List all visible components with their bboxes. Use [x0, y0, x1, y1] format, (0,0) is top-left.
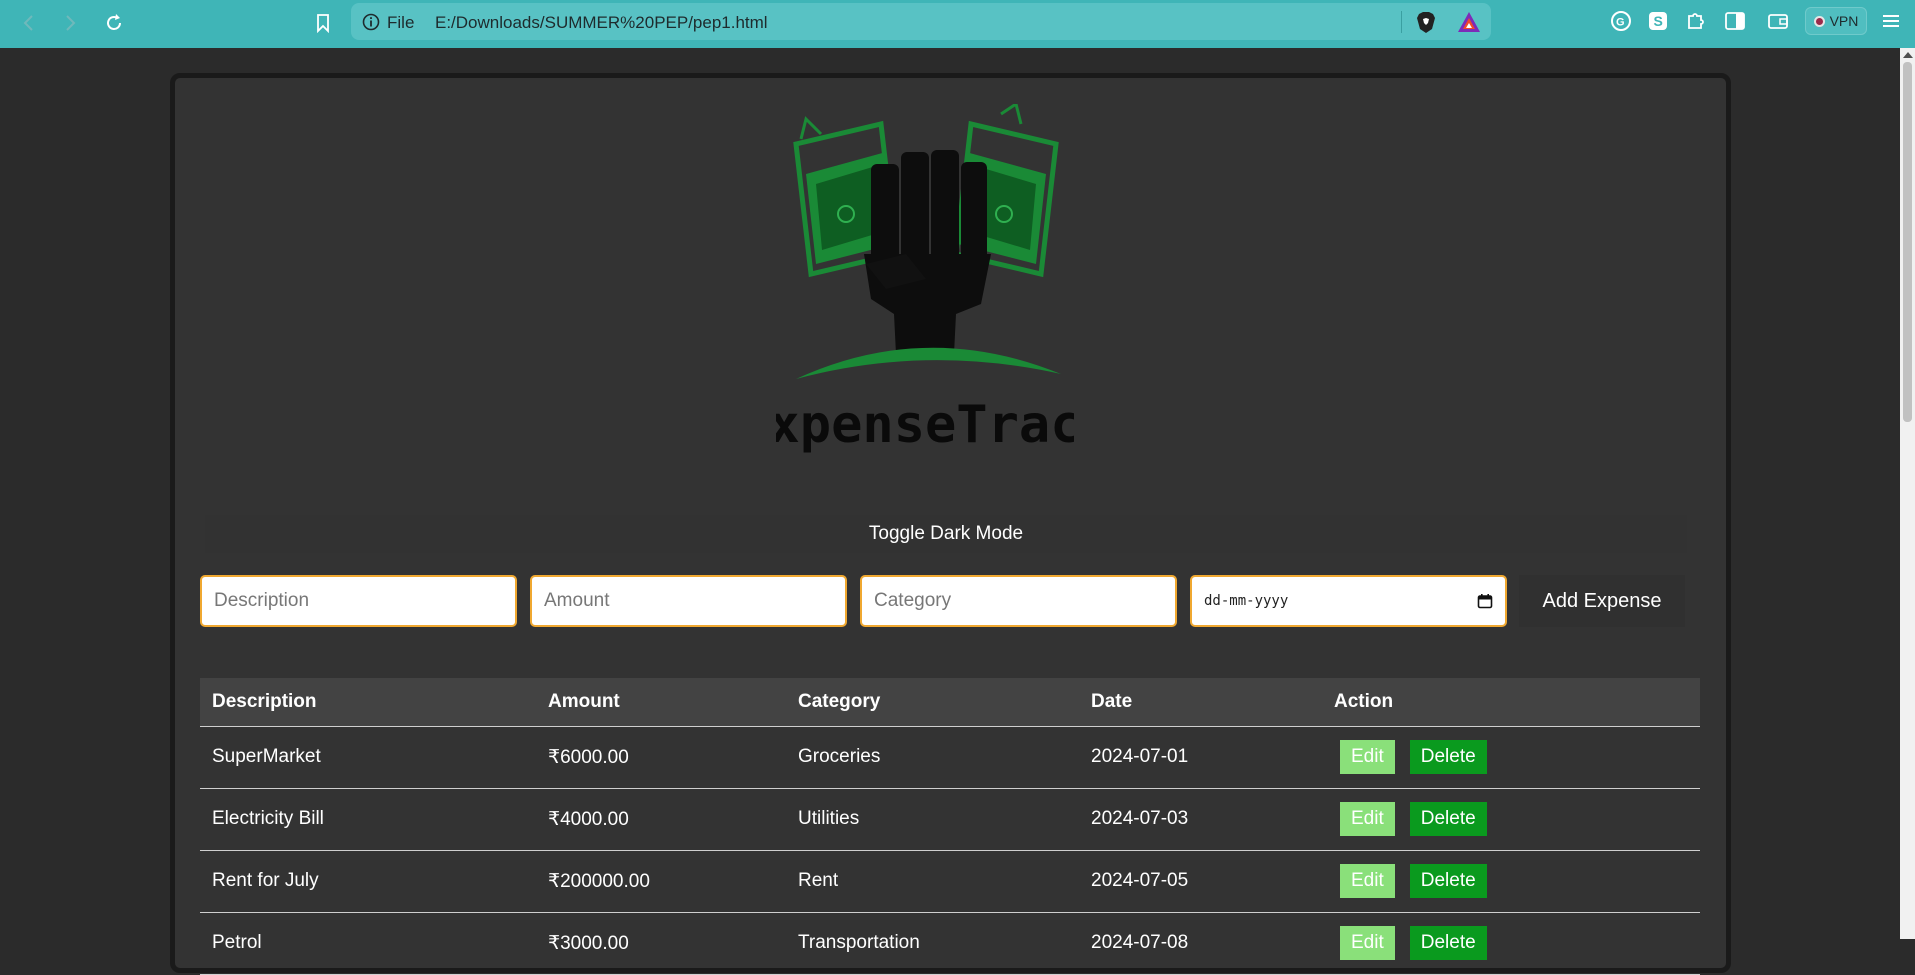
logo-wordmark: ExpenseTrack	[776, 395, 1074, 454]
extension-s-icon[interactable]: S	[1647, 10, 1669, 32]
table-row: Rent for July ₹200000.00 Rent 2024-07-05…	[200, 850, 1700, 913]
url-divider	[1401, 11, 1402, 33]
scroll-up-arrow-icon[interactable]	[1903, 52, 1913, 58]
chevron-left-icon	[23, 15, 33, 31]
edit-button[interactable]: Edit	[1340, 802, 1395, 836]
cell-description: Petrol	[200, 912, 536, 975]
cell-action: Edit Delete	[1322, 912, 1700, 975]
description-input[interactable]: Description	[200, 575, 517, 627]
cell-amount: ₹6000.00	[536, 726, 786, 789]
grammarly-icon[interactable]: G	[1610, 10, 1632, 32]
vpn-button[interactable]: VPN	[1805, 7, 1867, 35]
category-input[interactable]: Category	[860, 575, 1177, 627]
delete-button[interactable]: Delete	[1409, 864, 1487, 898]
date-placeholder: dd-mm-yyyy	[1204, 593, 1289, 609]
url-text[interactable]: E:/Downloads/SUMMER%20PEP/pep1.html	[435, 13, 768, 33]
cell-amount: ₹4000.00	[536, 788, 786, 851]
cell-category: Groceries	[786, 726, 1079, 789]
cell-category: Rent	[786, 850, 1079, 913]
amount-input[interactable]: Amount	[530, 575, 847, 627]
wallet-icon[interactable]	[1767, 10, 1789, 32]
fist-icon	[864, 150, 991, 354]
brave-shields-icon[interactable]	[1414, 10, 1438, 34]
edit-button[interactable]: Edit	[1340, 926, 1395, 960]
bookmark-icon	[317, 14, 329, 33]
description-placeholder: Description	[214, 590, 310, 611]
table-header-row: Description Amount Category Date Action	[200, 678, 1700, 727]
address-bar[interactable]: File E:/Downloads/SUMMER%20PEP/pep1.html	[351, 3, 1491, 40]
delete-button[interactable]: Delete	[1409, 926, 1487, 960]
extensions-puzzle-icon[interactable]	[1685, 10, 1707, 32]
svg-text:S: S	[1654, 13, 1663, 29]
bookmark-button[interactable]	[308, 8, 338, 38]
cell-action: Edit Delete	[1322, 850, 1700, 913]
cell-action: Edit Delete	[1322, 788, 1700, 851]
cell-amount: ₹3000.00	[536, 912, 786, 975]
page-scrollbar[interactable]	[1900, 48, 1915, 939]
url-scheme-label: File	[387, 13, 415, 32]
expense-table: Description Amount Category Date Action …	[200, 678, 1700, 975]
vpn-label: VPN	[1829, 13, 1859, 29]
cell-category: Transportation	[786, 912, 1079, 975]
add-expense-button[interactable]: Add Expense	[1519, 575, 1685, 627]
cell-action: Edit Delete	[1322, 726, 1700, 789]
header-date: Date	[1079, 678, 1322, 727]
header-action: Action	[1322, 678, 1700, 727]
reload-button[interactable]	[99, 8, 129, 38]
back-button[interactable]	[14, 8, 44, 38]
swoosh-icon	[796, 347, 1061, 379]
table-row: SuperMarket ₹6000.00 Groceries 2024-07-0…	[200, 726, 1700, 789]
menu-icon[interactable]	[1880, 10, 1902, 32]
calendar-icon[interactable]	[1477, 593, 1493, 609]
cell-description: SuperMarket	[200, 726, 536, 789]
app-container: ExpenseTrack Toggle Dark Mode Descriptio…	[170, 73, 1731, 975]
cell-description: Electricity Bill	[200, 788, 536, 851]
vpn-status-icon	[1813, 15, 1825, 27]
cell-date: 2024-07-05	[1079, 850, 1322, 913]
delete-button[interactable]: Delete	[1409, 740, 1487, 774]
cell-date: 2024-07-01	[1079, 726, 1322, 789]
info-icon[interactable]	[361, 12, 381, 32]
amount-placeholder: Amount	[544, 590, 610, 611]
reload-icon	[107, 14, 121, 30]
category-placeholder: Category	[874, 590, 952, 611]
header-category: Category	[786, 678, 1079, 727]
forward-button[interactable]	[55, 8, 85, 38]
scroll-thumb[interactable]	[1903, 62, 1912, 422]
svg-text:G: G	[1616, 17, 1625, 29]
cell-category: Utilities	[786, 788, 1079, 851]
table-row: Electricity Bill ₹4000.00 Utilities 2024…	[200, 788, 1700, 851]
date-input[interactable]: dd-mm-yyyy	[1190, 575, 1507, 627]
edit-button[interactable]: Edit	[1340, 864, 1395, 898]
cell-date: 2024-07-08	[1079, 912, 1322, 975]
browser-toolbar: File E:/Downloads/SUMMER%20PEP/pep1.html…	[0, 0, 1915, 48]
table-row: Petrol ₹3000.00 Transportation 2024-07-0…	[200, 912, 1700, 975]
toggle-dark-mode-button[interactable]: Toggle Dark Mode	[205, 515, 1687, 553]
delete-button[interactable]: Delete	[1409, 802, 1487, 836]
brave-rewards-icon[interactable]	[1457, 11, 1481, 33]
expensetrack-logo: ExpenseTrack	[776, 104, 1074, 454]
cell-description: Rent for July	[200, 850, 536, 913]
header-description: Description	[200, 678, 536, 727]
header-amount: Amount	[536, 678, 786, 727]
cell-amount: ₹200000.00	[536, 850, 786, 913]
sidebar-toggle-icon[interactable]	[1724, 10, 1746, 32]
edit-button[interactable]: Edit	[1340, 740, 1395, 774]
cell-date: 2024-07-03	[1079, 788, 1322, 851]
chevron-right-icon	[66, 15, 76, 31]
